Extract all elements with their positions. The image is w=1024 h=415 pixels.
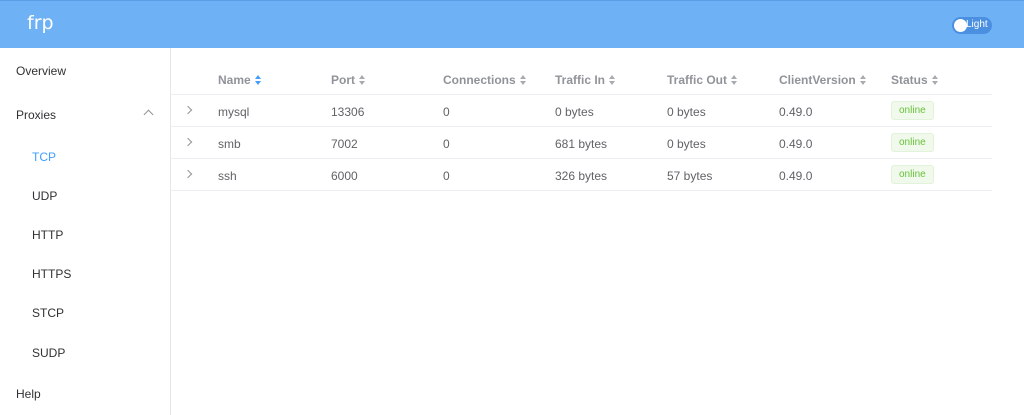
cell-port: 6000 [331, 169, 358, 183]
cell-name: mysql [218, 105, 250, 119]
column-label: Connections [443, 73, 516, 87]
cell-client-version: 0.49.0 [779, 137, 813, 151]
table-row: ssh 6000 0 326 bytes 57 bytes 0.49.0 onl… [171, 159, 992, 191]
cell-name: ssh [218, 169, 237, 183]
column-header-status[interactable]: Status [891, 73, 939, 87]
chevron-up-icon [143, 109, 154, 120]
column-header-traffic-in[interactable]: Traffic In [555, 73, 616, 87]
cell-traffic-in: 0 bytes [555, 105, 594, 119]
status-badge: online [891, 101, 934, 120]
cell-connections: 0 [443, 105, 450, 119]
cell-client-version: 0.49.0 [779, 169, 813, 183]
sidebar-item-help[interactable]: Help [0, 373, 170, 413]
cell-traffic-out: 0 bytes [667, 105, 706, 119]
table-row: smb 7002 0 681 bytes 0 bytes 0.49.0 onli… [171, 127, 992, 159]
sidebar-item-stcp[interactable]: STCP [0, 292, 170, 332]
column-header-client-version[interactable]: ClientVersion [779, 73, 867, 87]
sidebar-item-label: Proxies [16, 108, 57, 122]
table-header: Name Port Connections Traffic In Traffic… [171, 63, 992, 95]
sort-icon[interactable] [931, 74, 939, 85]
sidebar-item-label: STCP [32, 306, 65, 320]
app-header: frp Light [0, 0, 1024, 48]
sidebar-item-overview[interactable]: Overview [0, 50, 170, 90]
sidebar-item-label: SUDP [32, 346, 66, 360]
cell-port: 13306 [331, 105, 365, 119]
column-label: ClientVersion [779, 73, 856, 87]
cell-traffic-in: 681 bytes [555, 137, 608, 151]
sidebar-item-label: HTTP [32, 228, 64, 242]
column-label: Traffic In [555, 73, 606, 87]
sidebar-item-proxies[interactable]: Proxies [0, 94, 170, 134]
cell-traffic-in: 326 bytes [555, 169, 608, 183]
cell-connections: 0 [443, 169, 450, 183]
sidebar-menu: Overview Proxies TCP UDP HTTP HTTPS STCP… [0, 48, 171, 415]
sidebar-item-https[interactable]: HTTPS [0, 253, 170, 293]
column-label: Status [891, 73, 928, 87]
sidebar-item-label: HTTPS [32, 267, 72, 281]
sort-icon[interactable] [519, 74, 527, 85]
sort-icon[interactable] [859, 74, 867, 85]
theme-toggle[interactable]: Light [952, 17, 992, 34]
sort-icon[interactable] [254, 74, 262, 85]
column-label: Name [218, 73, 251, 87]
status-badge: online [891, 133, 934, 152]
column-header-name[interactable]: Name [218, 73, 262, 87]
sidebar-item-sudp[interactable]: SUDP [0, 332, 170, 372]
sidebar-item-label: Overview [16, 64, 67, 78]
sidebar-item-http[interactable]: HTTP [0, 214, 170, 254]
sidebar-item-udp[interactable]: UDP [0, 175, 170, 215]
column-label: Traffic Out [667, 73, 728, 87]
status-badge: online [891, 165, 934, 184]
app-logo[interactable]: frp [27, 12, 54, 34]
column-header-traffic-out[interactable]: Traffic Out [667, 73, 738, 87]
cell-traffic-out: 0 bytes [667, 137, 706, 151]
cell-connections: 0 [443, 137, 450, 151]
cell-port: 7002 [331, 137, 358, 151]
proxy-table: Name Port Connections Traffic In Traffic… [171, 63, 992, 191]
sidebar-item-label: UDP [32, 189, 58, 203]
sidebar-item-label: TCP [32, 150, 56, 164]
sort-icon[interactable] [609, 74, 616, 85]
sidebar-item-tcp[interactable]: TCP [0, 136, 170, 176]
sidebar-item-label: Help [16, 387, 41, 401]
column-header-port[interactable]: Port [331, 73, 366, 87]
column-header-connections[interactable]: Connections [443, 73, 527, 87]
sort-icon[interactable] [359, 74, 366, 85]
cell-client-version: 0.49.0 [779, 105, 813, 119]
table-row: mysql 13306 0 0 bytes 0 bytes 0.49.0 onl… [171, 95, 992, 127]
column-label: Port [331, 73, 355, 87]
sort-icon[interactable] [731, 74, 738, 85]
cell-name: smb [218, 137, 241, 151]
theme-label: Light [966, 19, 988, 30]
cell-traffic-out: 57 bytes [667, 169, 713, 183]
